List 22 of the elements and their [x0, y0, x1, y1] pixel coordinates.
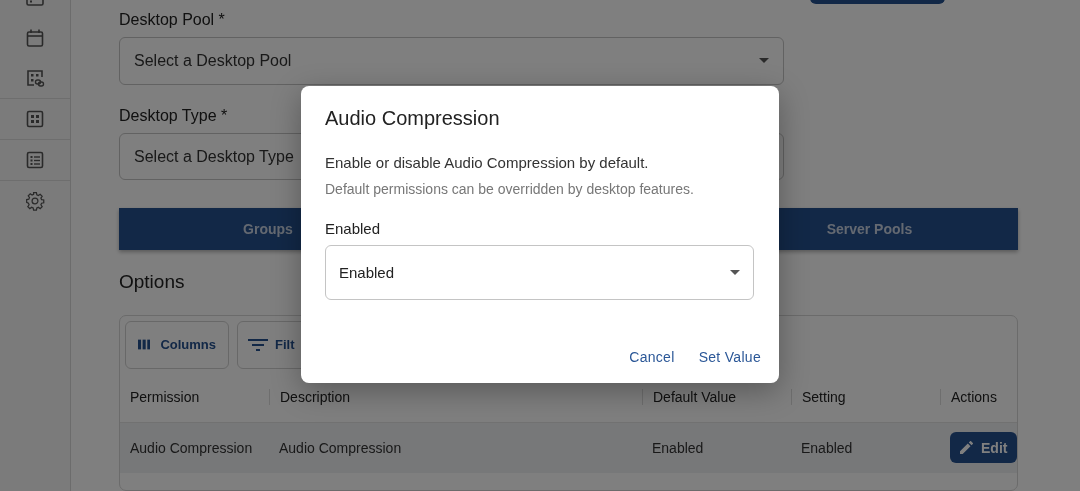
select-field[interactable]: Enabled [325, 245, 754, 300]
dialog-description: Enable or disable Audio Compression by default. [325, 153, 649, 173]
column-header[interactable]: Default Value [642, 388, 791, 405]
field-label: Enabled [325, 219, 381, 239]
table-cell-text: Enabled [651, 438, 705, 458]
field-label: Desktop Type * [119, 105, 228, 126]
select-field[interactable]: Select a Desktop Pool [119, 37, 784, 85]
column-header[interactable]: Permission [120, 388, 269, 405]
section-title: Options [119, 271, 185, 292]
confirm-button[interactable]: Set Value [688, 339, 771, 375]
column-header[interactable]: Actions [940, 388, 1018, 405]
table-cell-text: Audio Compression [278, 438, 403, 458]
dialog-title: Audio Compression [325, 106, 500, 130]
dialog-hint: Default permissions can be overridden by desktop features. [325, 180, 694, 199]
cancel-button[interactable]: Cancel [619, 339, 685, 375]
table-cell-text: Audio Compression [129, 438, 254, 458]
table-cell-text: Enabled [800, 438, 854, 458]
column-header[interactable]: Setting [791, 388, 940, 405]
column-header[interactable]: Description [269, 388, 642, 405]
edit-button[interactable]: Edit [950, 432, 1018, 464]
columns-button[interactable]: Columns [125, 320, 229, 369]
field-label: Desktop Pool * [119, 10, 225, 30]
